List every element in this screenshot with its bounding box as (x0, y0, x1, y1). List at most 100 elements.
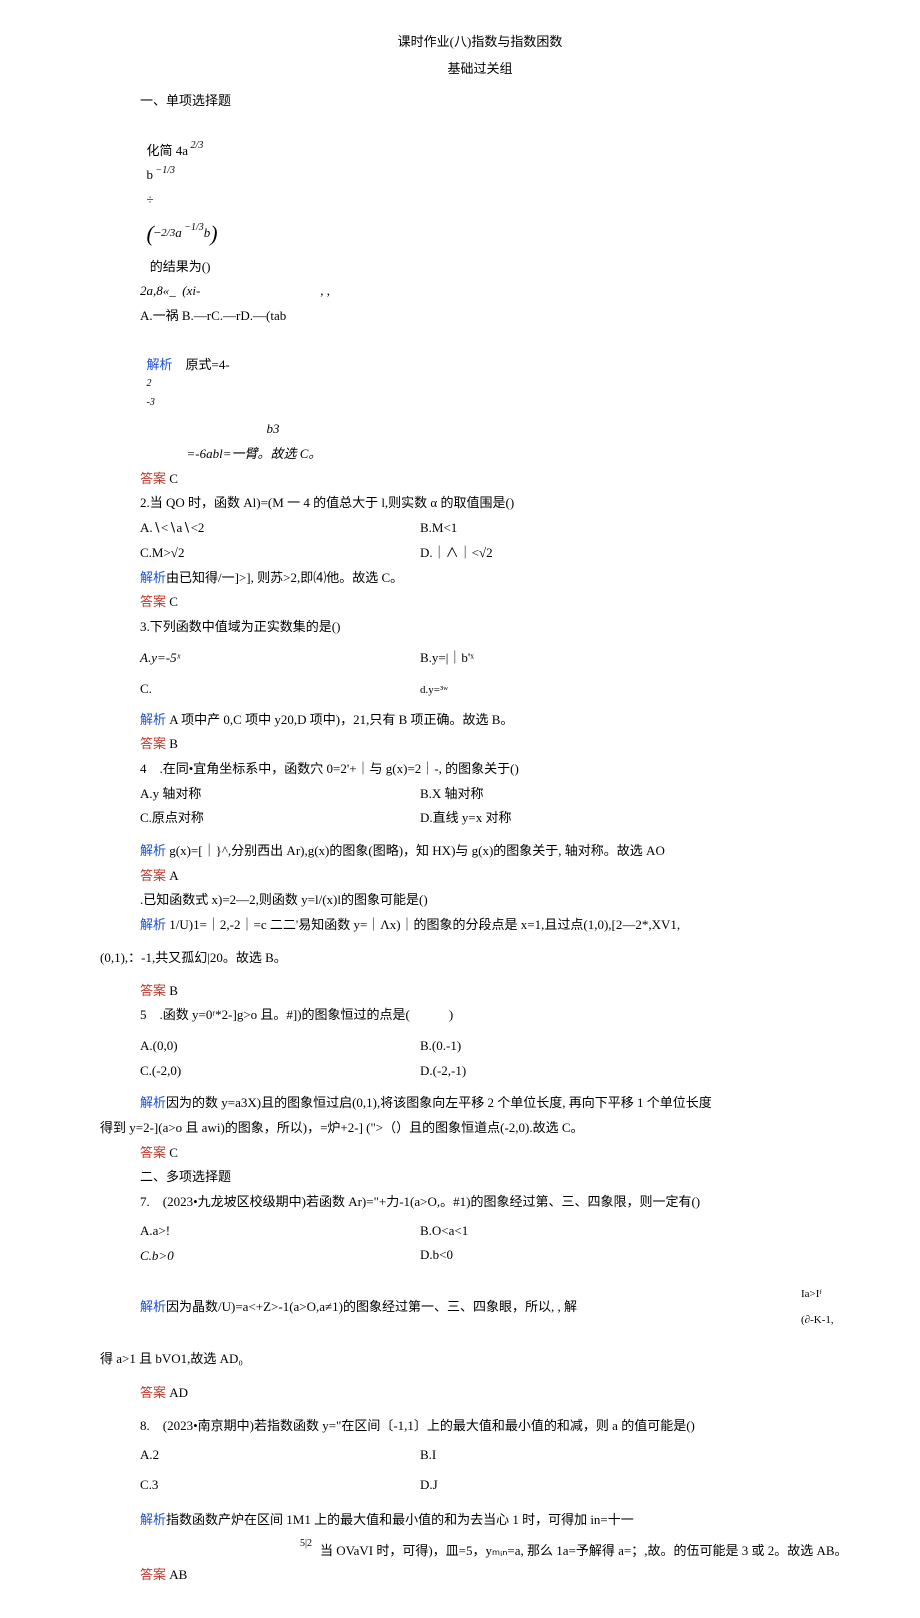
q4-b: B.X 轴对称 (420, 782, 700, 807)
analysis-text: 由已知得/一]>], 则苏>2,即⑷他。故选 C。 (166, 570, 403, 585)
q5-jiexi2: 得到 y=2-](a>o 且 awi)的图象，所以)，=炉+2-] (">（）且… (100, 1116, 860, 1141)
q2-answer: 答案 C (100, 590, 860, 615)
q45-jiexi2: (0,1),：-1,共又孤幻|20。故选 B。 (100, 946, 860, 971)
q4-a: A.y 轴对称 (100, 782, 420, 807)
analysis-text: 1/U)1=｜2,-2｜=c 二二'易知函数 y=｜Λx)｜的图象的分段点是 x… (169, 917, 680, 932)
answer-value: C (169, 1145, 178, 1160)
sub: -3 (147, 397, 155, 408)
exp: −1/3 (182, 218, 204, 237)
q1-text: 化简 4a (147, 143, 189, 158)
answer-value: AD (169, 1385, 188, 1400)
q4-row2: C.原点对称D.直线 y=x 对称 (100, 806, 860, 831)
q7-row2: C.b>0D.b<0 (100, 1243, 860, 1268)
analysis-label: 解析 (140, 1095, 166, 1110)
q7-answer: 答案 AD (100, 1381, 860, 1406)
analysis-label: 解析 (140, 712, 166, 727)
q4-stem: 4 .在同•宜角坐标系中，函数穴 0=2'+｜与 g(x)=2｜-, 的图象关于… (100, 757, 860, 782)
q7-jiexi2: 得 a>1 且 bVO1,故选 AD₀ (100, 1347, 860, 1372)
analysis-text: 指数函数产炉在区间 1M1 上的最大值和最小值的和为去当心 1 时，可得加 in… (166, 1512, 634, 1527)
q1-answer: 答案 C (100, 467, 860, 492)
exponent-icon: −1/3 (153, 161, 175, 180)
answer-label: 答案 (140, 471, 166, 486)
q8-jiexi2: 5|2 当 OVaVI 时，可得)，皿=5，yₘᵢₙ=a, 那么 1a=予解得 … (100, 1539, 860, 1564)
q1-tail: 的结果为() (150, 259, 211, 274)
answer-label: 答案 (140, 1385, 166, 1400)
analysis-label: 解析 (147, 357, 173, 372)
q2-jiexi: 解析由已知得/一]>], 则苏>2,即⑷他。故选 C。 (100, 566, 860, 591)
b3: b3 (267, 417, 280, 442)
q5-c: C.(-2,0) (100, 1059, 420, 1084)
q7-jiexi: 解析因为晶数/U)=a<+Z>-1(a>O,a≠1)的图象经过第一、三、四象眼，… (100, 1275, 860, 1341)
frac-den: 3 (170, 165, 175, 176)
section-2-heading: 二、多项选择题 (100, 1165, 860, 1190)
q7-c: C.b>0 (100, 1243, 420, 1268)
paren-icon: ) (210, 213, 217, 255)
q5-answer: 答案 C (100, 1141, 860, 1166)
frag: , , (320, 283, 330, 298)
answer-value: C (169, 594, 178, 609)
fraction-icon: 5|2 (300, 1539, 320, 1549)
analysis-text: g(x)=[｜}^,分别西出 Ar),g(x)的图象(图略)，知 HX)与 g(… (169, 843, 665, 858)
q7-b: B.O<a<1 (420, 1219, 700, 1244)
analysis-label: 解析 (140, 570, 166, 585)
q4-d: D.直线 y=x 对称 (420, 806, 700, 831)
q3-row2: C.d.y=³ʷ (100, 677, 860, 702)
q8-b: B.I (420, 1443, 700, 1468)
case1: Ia>Iᶠ (801, 1288, 822, 1300)
frac: 2/3 (161, 223, 175, 244)
answer-value: B (169, 736, 178, 751)
q8-row1: A.2B.I (100, 1443, 860, 1468)
answer-label: 答案 (140, 594, 166, 609)
q3-row1: A.y=-5ˣ B.y=|｜b'ˣ (100, 646, 860, 671)
q3-stem: 3.下列函数中值域为正实数集的是() (100, 615, 860, 640)
exponent-icon: 2/3 (188, 136, 203, 155)
q8-stem: 8. (2023•南京期中)若指数函数 y="在区间〔-1,1〕上的最大值和最小… (100, 1414, 860, 1439)
q5-jiexi: 解析因为的数 y=a3X)且的图象恒过启(0,1),将该图象向左平移 2 个单位… (100, 1091, 860, 1116)
q3-b: B.y=|｜b'ˣ (420, 646, 700, 671)
analysis-label: 解析 (140, 1299, 166, 1314)
q3-c: C. (100, 677, 420, 702)
tail: =-6abl=一臂。故选 C。 (187, 442, 322, 467)
frag: 2a,8«_ (xi- (140, 283, 200, 298)
frac-den: 3 (198, 140, 203, 151)
q5-stem: 5 .函数 y=0ʳ*2-]g>o 且。#])的图象恒过的点是( ) (100, 1003, 860, 1028)
frac-num: 1 (162, 165, 167, 176)
q4-answer: 答案 A (100, 864, 860, 889)
num: 2 (161, 227, 167, 239)
q3-a: A.y=-5ˣ (100, 646, 420, 671)
analysis-text: A 项中产 0,C 项中 y20,D 项中)，21,只有 B 项正确。故选 B。 (169, 712, 513, 727)
q5-row2: C.(-2,0)D.(-2,-1) (100, 1059, 860, 1084)
analysis-text-2: 当 OVaVI 时，可得)，皿=5，yₘᵢₙ=a, 那么 1a=予解得 a=；,… (320, 1539, 860, 1564)
q1-jiexi: 解析 原式=4- 2-3 b3 =-6abl=一臂。故选 C。 (100, 329, 860, 467)
q45-stem: .已知函数式 x)=2—2,则函数 y=l/(x)l的图象可能是() (100, 888, 860, 913)
analysis-label: 解析 (140, 843, 166, 858)
worksheet-title: 课时作业(八)指数与指数困数 (100, 30, 860, 55)
q8-d: D.J (420, 1473, 700, 1498)
section-1-heading: 一、单项选择题 (100, 89, 860, 114)
q8-c: C.3 (100, 1473, 420, 1498)
q45-jiexi: 解析 1/U)1=｜2,-2｜=c 二二'易知函数 y=｜Λx)｜的图象的分段点… (100, 913, 860, 938)
q7-a: A.a>! (100, 1219, 420, 1244)
q5-d: D.(-2,-1) (420, 1059, 700, 1084)
sup: 2 (147, 378, 152, 389)
answer-value: AB (169, 1567, 187, 1582)
q7-row1: A.a>!B.O<a<1 (100, 1219, 860, 1244)
q7-stem: 7. (2023•九龙坡区校级期中)若函数 Ar)="+力-1(a>O,。#1)… (100, 1190, 860, 1215)
opt: A.y=-5ˣ (140, 646, 180, 671)
q1-choices: A.一祸 B.—rC.—rD.—(tab (100, 304, 860, 329)
q1-stem: 化简 4a 2/3 b −1/3 ÷ (−2/3a −1/3b) 的结果为() (100, 114, 860, 279)
opt: d.y=³ʷ (420, 684, 448, 696)
q5-row1: A.(0,0)B.(0.-1) (100, 1034, 860, 1059)
q3-d: d.y=³ʷ (420, 677, 700, 702)
q8-jiexi: 解析指数函数产炉在区间 1M1 上的最大值和最小值的和为去当心 1 时，可得加 … (100, 1508, 860, 1533)
q2-c: C.M>√2 (100, 541, 420, 566)
q45-answer: 答案 B (100, 979, 860, 1004)
answer-label: 答案 (140, 1145, 166, 1160)
analysis-text: 因为的数 y=a3X)且的图象恒过启(0,1),将该图象向左平移 2 个单位长度… (166, 1095, 712, 1110)
q4-row1: A.y 轴对称B.X 轴对称 (100, 782, 860, 807)
q7-d: D.b<0 (420, 1243, 700, 1268)
answer-label: 答案 (140, 1567, 166, 1582)
q2-b: B.M<1 (420, 516, 700, 541)
q4-jiexi: 解析 g(x)=[｜}^,分别西出 Ar),g(x)的图象(图略)，知 HX)与… (100, 839, 860, 864)
analysis-label: 解析 (140, 917, 166, 932)
